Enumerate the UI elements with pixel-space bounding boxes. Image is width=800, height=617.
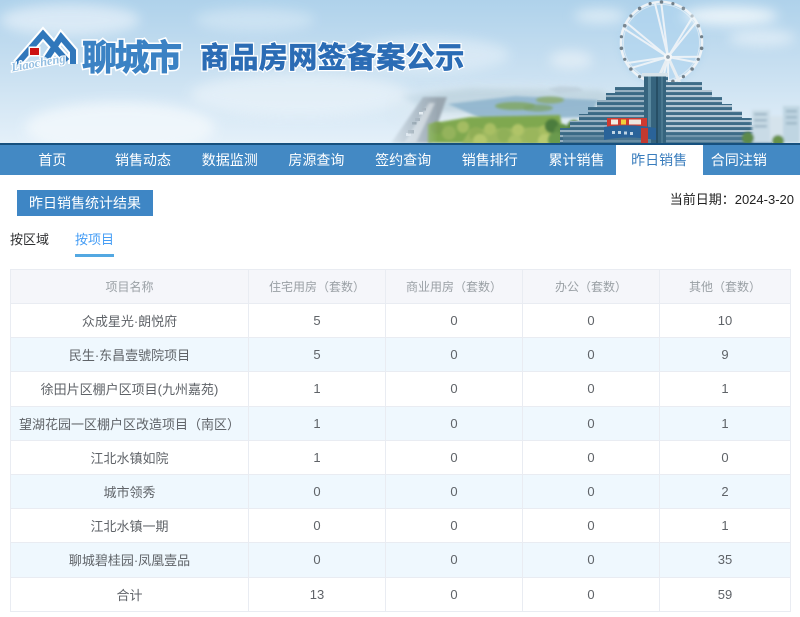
svg-text:商品房网签备案公示: 商品房网签备案公示	[200, 42, 465, 75]
svg-text:聊城市: 聊城市	[82, 39, 181, 78]
